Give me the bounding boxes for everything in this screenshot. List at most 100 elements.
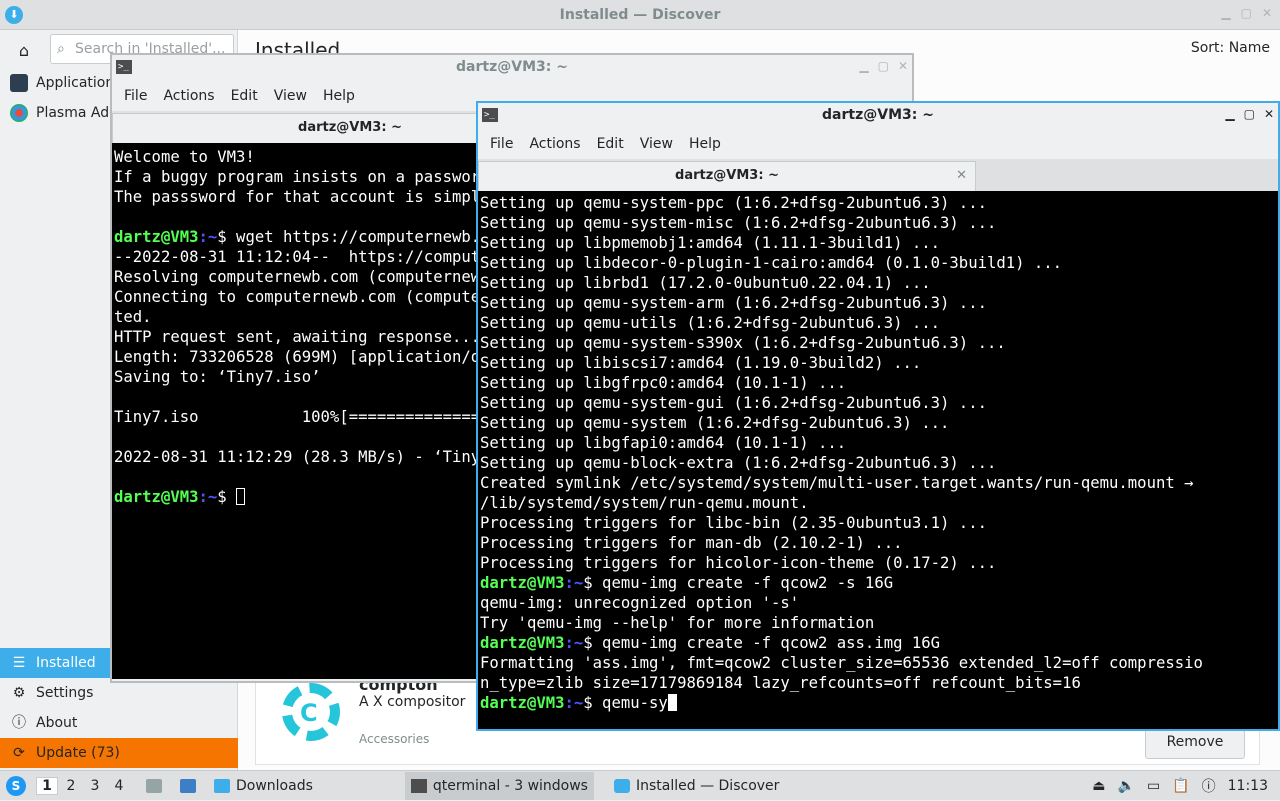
prompt-path: :~ bbox=[564, 574, 584, 592]
taskbar-downloads[interactable]: Downloads bbox=[208, 772, 319, 800]
terminal-line: n_type=zlib size=17179869184 lazy_refcou… bbox=[480, 674, 1081, 692]
home-button[interactable]: ⌂ bbox=[8, 37, 40, 65]
tab-label: dartz@VM3: ~ bbox=[675, 168, 779, 183]
taskbar-discover[interactable]: Installed — Discover bbox=[608, 772, 785, 800]
terminal-menubar: File Actions Edit View Help bbox=[478, 129, 1278, 159]
show-desktop-button[interactable] bbox=[140, 772, 174, 800]
menu-actions[interactable]: Actions bbox=[155, 88, 222, 104]
menu-file[interactable]: File bbox=[116, 88, 155, 104]
menu-help[interactable]: Help bbox=[315, 88, 363, 104]
list-icon: ☰ bbox=[12, 655, 26, 671]
terminal-line: Setting up qemu-block-extra (1:6.2+dfsg-… bbox=[480, 454, 997, 472]
sidebar-item-label: About bbox=[36, 715, 78, 731]
prompt-command: $ qemu-sy bbox=[583, 694, 668, 712]
menu-actions[interactable]: Actions bbox=[521, 136, 588, 152]
terminal-tabbar: dartz@VM3: ~ ✕ bbox=[478, 159, 1278, 191]
terminal-window-buttons: ▁ ▢ ✕ bbox=[1225, 107, 1274, 121]
terminal-window-front[interactable]: >_ dartz@VM3: ~ ▁ ▢ ✕ File Actions Edit … bbox=[476, 101, 1280, 731]
terminal-line: Setting up libgfapi0:amd64 (10.1-1) ... bbox=[480, 434, 847, 452]
clock[interactable]: 11:13 bbox=[1228, 778, 1268, 794]
terminal-prompt-line: dartz@VM3:~$ qemu-img create -f qcow2 as… bbox=[480, 633, 1278, 653]
desktop-3[interactable]: 3 bbox=[84, 778, 106, 794]
terminal-line: Setting up librbd1 (17.2.0-0ubuntu0.22.0… bbox=[480, 274, 931, 292]
gear-icon: ⚙ bbox=[12, 685, 26, 701]
prompt-command: $ qemu-img create -f qcow2 ass.img 16G bbox=[583, 634, 941, 652]
close-icon[interactable]: ✕ bbox=[1264, 107, 1274, 121]
minimize-icon[interactable]: ▁ bbox=[1221, 6, 1230, 20]
quicklaunch-button[interactable] bbox=[174, 772, 208, 800]
terminal-line: Setting up libdecor-0-plugin-1-cairo:amd… bbox=[480, 254, 1063, 272]
compton-icon-letter: C bbox=[300, 699, 318, 727]
app-category: Accessories bbox=[359, 732, 430, 746]
terminal-titlebar: >_ dartz@VM3: ~ ▁ ▢ ✕ bbox=[478, 103, 1278, 129]
terminal-titlebar: >_ dartz@VM3: ~ ▁ ▢ ✕ bbox=[112, 55, 912, 81]
menu-view[interactable]: View bbox=[632, 136, 681, 152]
search-icon: ⌕ bbox=[57, 41, 65, 57]
prompt-command: $ qemu-img create -f qcow2 -s 16G bbox=[583, 574, 894, 592]
close-icon[interactable]: ✕ bbox=[898, 59, 908, 73]
terminal-line: Created symlink /etc/systemd/system/mult… bbox=[480, 474, 1194, 492]
prompt-path: :~ bbox=[198, 228, 218, 246]
terminal-tab[interactable]: dartz@VM3: ~ ✕ bbox=[478, 161, 976, 191]
maximize-icon[interactable]: ▢ bbox=[1241, 6, 1252, 20]
minimize-icon[interactable]: ▁ bbox=[859, 59, 868, 73]
menu-file[interactable]: File bbox=[482, 136, 521, 152]
network-icon[interactable]: ▭ bbox=[1147, 778, 1160, 794]
terminal-title: dartz@VM3: ~ bbox=[822, 107, 934, 123]
menu-help[interactable]: Help bbox=[681, 136, 729, 152]
clipboard-icon[interactable]: 📋 bbox=[1172, 778, 1189, 794]
update-notifier-icon[interactable]: ⓘ bbox=[1202, 776, 1216, 796]
prompt-command: $ wget https://computernewb.com/ bbox=[217, 228, 518, 246]
prompt-path: :~ bbox=[564, 634, 584, 652]
plasma-icon bbox=[10, 104, 28, 122]
terminal-line: Setting up qemu-system-misc (1:6.2+dfsg-… bbox=[480, 214, 997, 232]
home-icon: ⌂ bbox=[18, 41, 30, 60]
discover-titlebar: ⬇ Installed — Discover ▁ ▢ ✕ bbox=[0, 0, 1280, 30]
terminal-window-buttons: ▁ ▢ ✕ bbox=[859, 59, 908, 73]
info-icon: ⓘ bbox=[12, 715, 26, 731]
downloads-label: Downloads bbox=[236, 777, 313, 794]
desktop-2[interactable]: 2 bbox=[60, 778, 82, 794]
terminal-line: qemu-img: unrecognized option '-s' bbox=[480, 594, 800, 612]
discover-icon bbox=[613, 778, 630, 793]
sidebar-item-label: Applications bbox=[36, 75, 122, 91]
taskbar-qterminal[interactable]: qterminal - 3 windows bbox=[404, 771, 594, 800]
volume-icon[interactable]: 🔈 bbox=[1118, 778, 1135, 794]
maximize-icon[interactable]: ▢ bbox=[1244, 107, 1255, 121]
close-icon[interactable]: ✕ bbox=[1262, 6, 1272, 20]
eject-icon[interactable]: ⏏ bbox=[1092, 778, 1105, 794]
menu-edit[interactable]: Edit bbox=[223, 88, 266, 104]
taskbar: S 1 2 3 4 Downloads qterminal - 3 window… bbox=[0, 770, 1280, 800]
system-tray: ⏏ 🔈 ▭ 📋 ⓘ 11:13 bbox=[1092, 771, 1280, 801]
maximize-icon[interactable]: ▢ bbox=[878, 59, 889, 73]
prompt-user: dartz@VM3 bbox=[480, 634, 565, 652]
prompt-user: dartz@VM3 bbox=[480, 694, 565, 712]
menu-edit[interactable]: Edit bbox=[589, 136, 632, 152]
discover-window-buttons: ▁ ▢ ✕ bbox=[1221, 6, 1272, 20]
close-tab-icon[interactable]: ✕ bbox=[956, 162, 967, 190]
terminal-line: Setting up qemu-utils (1:6.2+dfsg-2ubunt… bbox=[480, 314, 941, 332]
desktop-1[interactable]: 1 bbox=[36, 776, 58, 795]
menu-view[interactable]: View bbox=[266, 88, 315, 104]
terminal-line: Setting up libgfrpc0:amd64 (10.1-1) ... bbox=[480, 374, 847, 392]
sidebar-item-label: Update (73) bbox=[36, 745, 120, 761]
update-icon: ⟳ bbox=[13, 745, 25, 761]
qterminal-label: qterminal - 3 windows bbox=[432, 777, 588, 794]
terminal-prompt-line: dartz@VM3:~$ qemu-img create -f qcow2 -s… bbox=[480, 573, 1278, 593]
terminal-cursor bbox=[667, 694, 677, 711]
sidebar-item-update[interactable]: ⟳ Update (73) bbox=[0, 738, 238, 768]
sidebar-item-label: Installed bbox=[36, 655, 96, 671]
terminal-icon bbox=[410, 778, 427, 793]
start-menu-icon[interactable]: S bbox=[6, 775, 26, 796]
terminal-title: dartz@VM3: ~ bbox=[456, 59, 568, 75]
minimize-icon[interactable]: ▁ bbox=[1225, 107, 1234, 121]
sort-button[interactable]: Sort: Name bbox=[1191, 40, 1270, 56]
sidebar-item-label: Settings bbox=[36, 685, 94, 701]
desktop-4[interactable]: 4 bbox=[108, 778, 130, 794]
sidebar-item-about[interactable]: ⓘ About bbox=[0, 708, 238, 738]
prompt-command: $ bbox=[217, 488, 237, 506]
discover-label: Installed — Discover bbox=[635, 777, 780, 794]
terminal-line: Processing triggers for libc-bin (2.35-0… bbox=[480, 514, 987, 532]
terminal-screen[interactable]: Setting up qemu-system-ppc (1:6.2+dfsg-2… bbox=[478, 191, 1278, 729]
applications-icon bbox=[10, 74, 28, 92]
